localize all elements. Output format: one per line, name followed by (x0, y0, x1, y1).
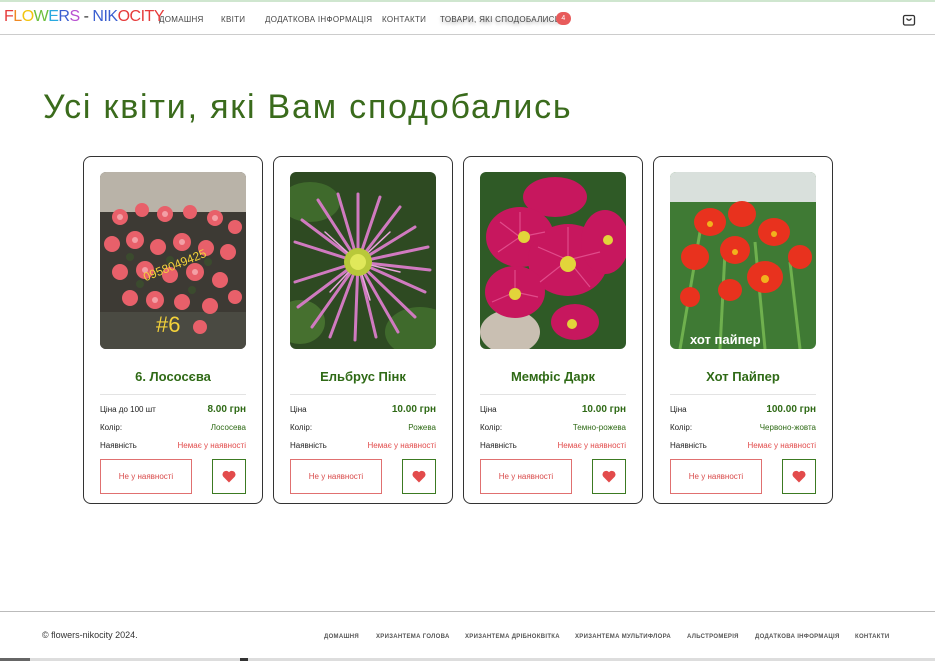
price-label: Ціна до 100 шт (100, 405, 156, 414)
availability-label: Наявність (670, 441, 707, 450)
color-label: Колір: (670, 423, 693, 432)
out-of-stock-button[interactable]: Не у наявності (480, 459, 572, 494)
heart-icon (792, 470, 806, 483)
logo-letter: E (48, 8, 59, 25)
availability-value: Немає у наявності (557, 441, 626, 450)
divider (100, 394, 246, 395)
like-button[interactable] (402, 459, 436, 494)
logo-letter: F (4, 8, 14, 25)
copyright-text: © flowers-nikocity 2024. (42, 630, 138, 640)
flower-photo-hot-piper: хот пайпер (670, 172, 816, 349)
price-value: 8.00 грн (207, 404, 246, 415)
price-value: 10.00 грн (391, 404, 436, 415)
price-label: Ціна (670, 405, 687, 414)
logo-letter: C (129, 8, 142, 25)
logo-letter: W (33, 8, 49, 25)
product-card: хот пайпер Хот Пайпер Ціна 100.00 грн Ко… (653, 156, 833, 504)
product-card: Мемфіс Дарк Ціна 10.00 грн Колір: Темно-… (463, 156, 643, 504)
heart-icon (602, 470, 616, 483)
color-value: Рожева (408, 423, 436, 432)
product-name[interactable]: 6. Лососєва (84, 369, 262, 384)
price-label: Ціна (480, 405, 497, 414)
logo-letter: - (79, 8, 93, 25)
shopping-bag-icon[interactable] (902, 12, 916, 26)
out-of-stock-button[interactable]: Не у наявності (670, 459, 762, 494)
product-name[interactable]: Хот Пайпер (654, 369, 832, 384)
logo-letter: N (92, 8, 104, 25)
color-value: Червоно-жовта (759, 423, 816, 432)
out-of-stock-button[interactable]: Не у наявності (290, 459, 382, 494)
nav-home-link[interactable]: Домашня (159, 15, 204, 24)
flower-photo-spider-pink (290, 172, 436, 349)
nav-flowers-link[interactable]: Квіти (221, 15, 245, 24)
product-photo[interactable] (480, 172, 626, 349)
price-label: Ціна (290, 405, 307, 414)
page-title: Усі квіти, які Вам сподобались (43, 88, 573, 126)
color-label: Колір: (290, 423, 313, 432)
availability-label: Наявність (100, 441, 137, 450)
like-button[interactable] (212, 459, 246, 494)
nav-contacts-link[interactable]: Контакти (382, 15, 426, 24)
color-label: Колір: (480, 423, 503, 432)
like-button[interactable] (782, 459, 816, 494)
color-value: Лососева (210, 423, 246, 432)
product-card: 0958049425 #6 6. Лососєва Ціна до 100 шт… (83, 156, 263, 504)
footer-link-home[interactable]: Домашня (324, 634, 359, 640)
availability-value: Немає у наявності (367, 441, 436, 450)
photo-caption: хот пайпер (690, 332, 761, 347)
footer-link-chrysanthemum-multiflora[interactable]: Хризантема мультифлора (575, 634, 671, 640)
footer-link-info[interactable]: Додаткова інформація (755, 634, 840, 640)
price-value: 100.00 грн (766, 404, 816, 415)
availability-label: Наявність (290, 441, 327, 450)
logo-letter: L (13, 8, 22, 25)
liked-count-badge: 4 (556, 12, 571, 25)
footer-link-chrysanthemum-small[interactable]: Хризантема дрібноквітка (465, 634, 560, 640)
flower-photo-memphis-dark (480, 172, 626, 349)
logo-letter: T (144, 8, 155, 25)
divider (670, 394, 816, 395)
heart-icon (222, 470, 236, 483)
product-photo[interactable]: хот пайпер (670, 172, 816, 349)
logo-letter: O (21, 8, 34, 25)
out-of-stock-button[interactable]: Не у наявності (100, 459, 192, 494)
heart-icon (412, 470, 426, 483)
logo-letter: O (117, 8, 130, 25)
divider (290, 394, 436, 395)
product-name[interactable]: Ельбрус Пінк (274, 369, 452, 384)
site-logo[interactable]: FLOWERS - NIKOCITY (4, 8, 164, 26)
product-photo[interactable]: 0958049425 #6 (100, 172, 246, 349)
nav-info-link[interactable]: Додаткова інформація (265, 15, 372, 24)
logo-letter: K (107, 8, 118, 25)
flower-photo-salmon: 0958049425 #6 (100, 172, 246, 349)
footer-link-alstroemeria[interactable]: Альстромерія (687, 634, 739, 640)
availability-label: Наявність (480, 441, 517, 450)
product-photo[interactable] (290, 172, 436, 349)
product-name[interactable]: Мемфіс Дарк (464, 369, 642, 384)
site-footer: © flowers-nikocity 2024. Домашня Хризант… (0, 611, 935, 661)
nav-liked-link[interactable]: Товари, які сподобались (440, 15, 560, 24)
footer-link-chrysanthemum-head[interactable]: Хризантема голова (376, 634, 450, 640)
price-value: 10.00 грн (581, 404, 626, 415)
photo-caption: #6 (156, 312, 180, 337)
logo-letter: R (58, 8, 70, 25)
availability-value: Немає у наявності (177, 441, 246, 450)
product-card: Ельбрус Пінк Ціна 10.00 грн Колір: Рожев… (273, 156, 453, 504)
availability-value: Немає у наявності (747, 441, 816, 450)
color-label: Колір: (100, 423, 123, 432)
like-button[interactable] (592, 459, 626, 494)
footer-link-contacts[interactable]: Контакти (855, 634, 889, 640)
divider (480, 394, 626, 395)
color-value: Темно-рожева (572, 423, 626, 432)
logo-letter: S (69, 8, 80, 25)
top-navigation-bar: FLOWERS - NIKOCITY Домашня Квіти Додатко… (0, 0, 935, 35)
